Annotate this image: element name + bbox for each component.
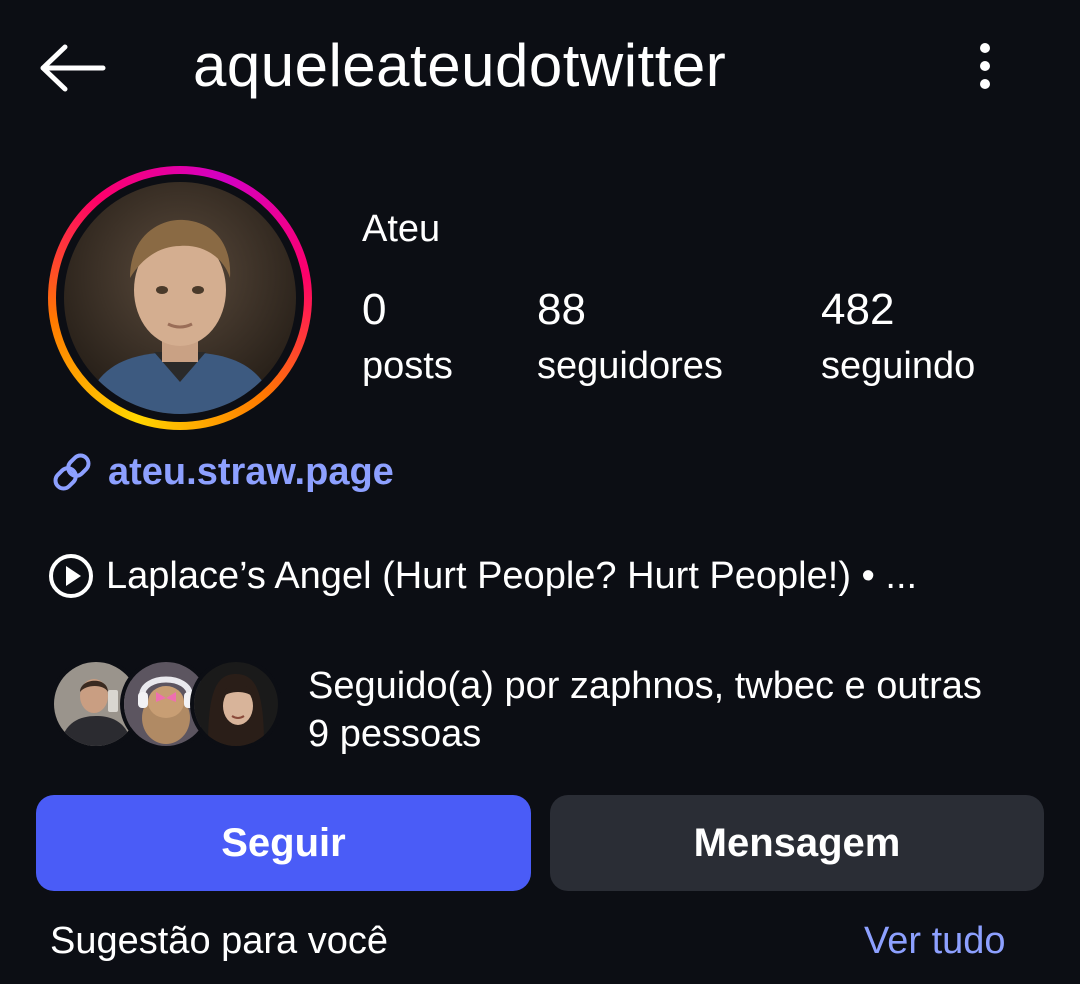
stat-value: 88 xyxy=(537,285,586,334)
link-icon xyxy=(53,453,91,491)
stat-value: 0 xyxy=(362,285,387,334)
more-options-button[interactable] xyxy=(955,30,1015,102)
profile-music[interactable]: Laplace’s Angel (Hurt People? Hurt Peopl… xyxy=(48,553,917,599)
stat-following[interactable]: 482 seguindo xyxy=(821,284,975,396)
profile-link-text: ateu.straw.page xyxy=(108,450,394,493)
profile-music-title: Laplace’s Angel (Hurt People? Hurt Peopl… xyxy=(106,554,918,597)
more-vertical-icon xyxy=(980,43,990,89)
stat-label: posts xyxy=(362,345,453,387)
arrow-left-icon xyxy=(40,44,106,92)
stat-followers[interactable]: 88 seguidores xyxy=(537,284,723,396)
followed-by-row[interactable]: Seguido(a) por zaphnos, twbec e outras 9… xyxy=(50,658,988,758)
stat-posts[interactable]: 0 posts xyxy=(362,284,453,396)
avatar xyxy=(190,658,282,750)
stat-value: 482 xyxy=(821,285,895,334)
profile-link[interactable]: ateu.straw.page xyxy=(48,448,394,496)
followed-by-text: Seguido(a) por zaphnos, twbec e outras 9… xyxy=(308,665,982,755)
see-all-link[interactable]: Ver tudo xyxy=(864,920,1006,963)
back-button[interactable] xyxy=(30,28,114,108)
profile-display-name: Ateu xyxy=(362,208,441,250)
suggestions-title: Sugestão para você xyxy=(50,920,389,962)
profile-avatar-story-ring[interactable] xyxy=(48,166,312,430)
profile-avatar xyxy=(64,182,296,414)
profile-username: aqueleateudotwitter xyxy=(193,32,727,99)
mutual-avatars xyxy=(50,658,282,754)
message-button[interactable]: Mensagem xyxy=(550,795,1044,891)
stat-label: seguidores xyxy=(537,345,723,387)
play-circle-icon xyxy=(49,554,93,598)
follow-button[interactable]: Seguir xyxy=(36,795,531,891)
stat-label: seguindo xyxy=(821,345,976,387)
